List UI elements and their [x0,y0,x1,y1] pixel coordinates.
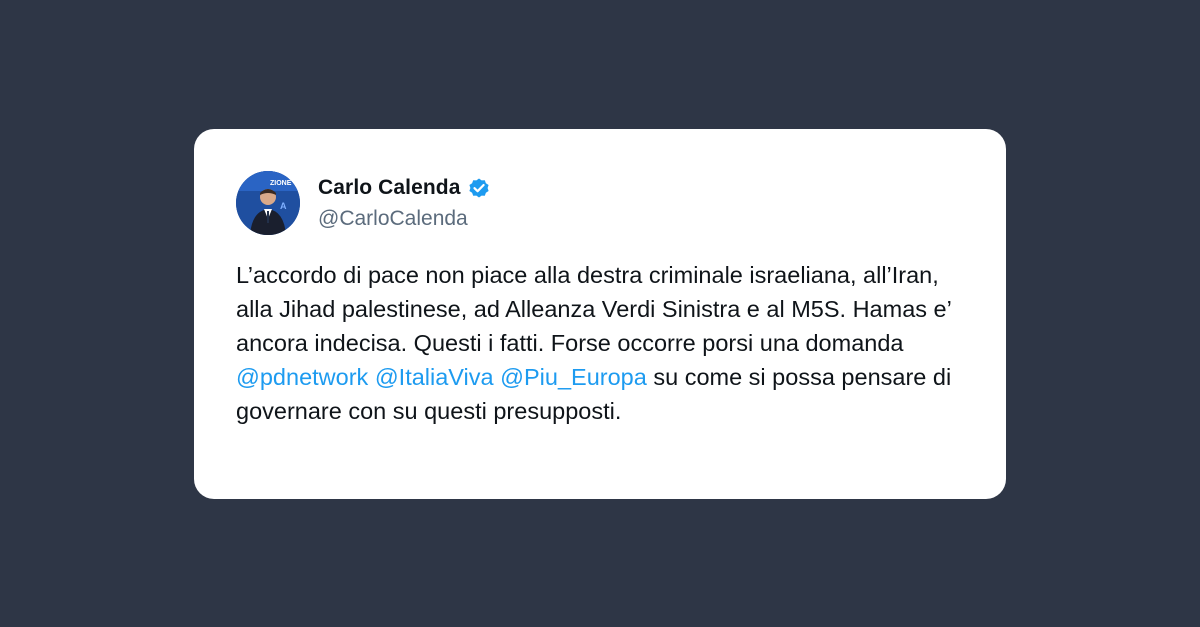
mention-link[interactable]: @pdnetwork [236,364,368,390]
mention-link[interactable]: @Piu_Europa [500,364,647,390]
mention-link[interactable]: @ItaliaViva [375,364,494,390]
verified-badge-icon [467,176,491,200]
author-handle[interactable]: @CarloCalenda [318,207,468,231]
tweet-text: L’accordo di pace non piace alla destra … [236,258,966,428]
svg-text:A: A [280,201,287,211]
author-name[interactable]: Carlo Calenda [318,176,461,200]
tweet-card: ZIONE A Carlo Calenda @CarloCalenda L’ac… [194,129,1006,499]
avatar[interactable]: ZIONE A [236,171,300,235]
avatar-image: ZIONE A [236,171,300,235]
author-row: Carlo Calenda [318,174,491,202]
svg-text:ZIONE: ZIONE [270,180,292,187]
tweet-text-part-1: L’accordo di pace non piace alla destra … [236,262,951,356]
